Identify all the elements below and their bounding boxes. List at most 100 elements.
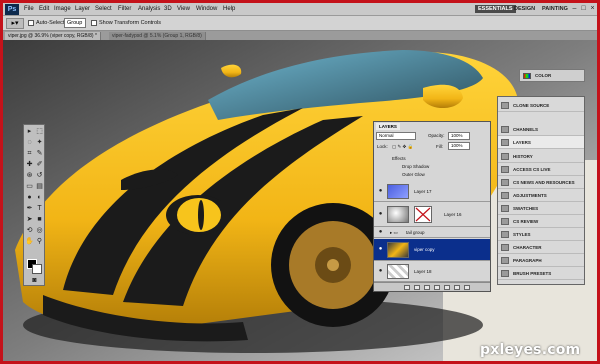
opacity-input[interactable]: 100% bbox=[448, 132, 470, 140]
eyedropper-tool-icon[interactable]: ✎ bbox=[35, 149, 44, 158]
layers-panel: LAYERS Normal Opacity: 100% Lock: ▢ ✎ ✥ … bbox=[373, 121, 491, 292]
dock-item-brush-presets[interactable]: BRUSH PRESETS bbox=[498, 267, 584, 280]
dock-item-clone-source[interactable]: CLONE SOURCE bbox=[498, 99, 584, 112]
dock-item-adjustments[interactable]: ADJUSTMENTS bbox=[498, 189, 584, 202]
dock-item-layers[interactable]: LAYERS bbox=[498, 136, 584, 149]
color-panel[interactable]: COLOR bbox=[519, 69, 585, 82]
new-group-icon[interactable] bbox=[444, 285, 450, 290]
menu-file[interactable]: File bbox=[24, 5, 34, 13]
link-layers-icon[interactable] bbox=[404, 285, 410, 290]
add-style-icon[interactable] bbox=[414, 285, 420, 290]
magic-wand-tool-icon[interactable]: ✦ bbox=[35, 138, 44, 147]
history-brush-tool-icon[interactable]: ↺ bbox=[35, 171, 44, 180]
pen-tool-icon[interactable]: ✒ bbox=[25, 204, 34, 213]
menu-image[interactable]: Image bbox=[54, 5, 71, 13]
visibility-eye-icon[interactable]: ● bbox=[377, 188, 384, 194]
blur-tool-icon[interactable]: ● bbox=[25, 193, 34, 202]
path-select-tool-icon[interactable]: ➤ bbox=[25, 215, 34, 224]
crop-tool-icon[interactable]: ⌗ bbox=[25, 149, 34, 158]
maximize-button[interactable]: □ bbox=[579, 4, 588, 13]
layer-row-active[interactable]: ● viper copy bbox=[374, 239, 490, 261]
paragraph-icon bbox=[501, 257, 509, 264]
dock-label: CS NEWS AND RESOURCES bbox=[513, 180, 575, 185]
menu-edit[interactable]: Edit bbox=[39, 5, 49, 13]
menu-view[interactable]: View bbox=[177, 5, 190, 13]
dock-item-styles[interactable]: STYLES bbox=[498, 228, 584, 241]
menu-filter[interactable]: Filter bbox=[118, 5, 131, 13]
new-layer-icon[interactable] bbox=[454, 285, 460, 290]
swatches-icon bbox=[501, 205, 509, 212]
dock-label: CHARACTER bbox=[513, 245, 542, 250]
layer-row[interactable]: ● Layer 16 bbox=[374, 203, 490, 227]
move-tool-preset-icon[interactable]: ▸▾ bbox=[6, 18, 24, 29]
minimize-button[interactable]: – bbox=[570, 4, 579, 13]
delete-layer-icon[interactable] bbox=[464, 285, 470, 290]
tab-viper-fady[interactable]: viper-fadypsd @ 5.1% (Group 1, RGB/8) bbox=[109, 32, 206, 40]
eraser-tool-icon[interactable]: ▭ bbox=[25, 182, 34, 191]
blend-mode-select[interactable]: Normal bbox=[376, 132, 416, 140]
workspace-design[interactable]: DESIGN bbox=[514, 5, 535, 13]
dock-item-cs-review[interactable]: CS REVIEW bbox=[498, 215, 584, 228]
close-button[interactable]: × bbox=[588, 4, 597, 13]
effect-outer-glow[interactable]: Outer Glow bbox=[402, 172, 425, 178]
photoshop-logo-icon: Ps bbox=[5, 4, 19, 15]
workspace-painting[interactable]: PAINTING bbox=[542, 5, 568, 13]
menu-analysis[interactable]: Analysis bbox=[138, 5, 160, 13]
clone-stamp-tool-icon[interactable]: ⊛ bbox=[25, 171, 34, 180]
dock-item-channels[interactable]: CHANNELS bbox=[498, 123, 584, 136]
tab-viper[interactable]: viper.jpg @ 36.9% (viper copy, RGB/8) * bbox=[5, 32, 101, 40]
lock-icons[interactable]: ▢ ✎ ✥ 🔒 bbox=[392, 143, 413, 150]
adjustment-layer-icon[interactable] bbox=[434, 285, 440, 290]
auto-select-checkbox[interactable] bbox=[28, 20, 34, 26]
visibility-eye-icon[interactable]: ● bbox=[377, 229, 384, 235]
dock-label: BRUSH PRESETS bbox=[513, 271, 552, 276]
brush-tool-icon[interactable]: ✐ bbox=[35, 160, 44, 169]
dock-item-history[interactable]: HISTORY bbox=[498, 150, 584, 163]
layer-name: Layer 17 bbox=[414, 189, 432, 194]
layer-group-row[interactable]: ● ▸ ▭ tail group bbox=[374, 228, 490, 238]
3d-rotate-tool-icon[interactable]: ⟲ bbox=[25, 226, 34, 235]
move-tool-icon[interactable]: ▸ bbox=[25, 127, 34, 136]
gradient-tool-icon[interactable]: ▤ bbox=[35, 182, 44, 191]
layer-row[interactable]: ● Layer 18 bbox=[374, 262, 490, 282]
add-mask-icon[interactable] bbox=[424, 285, 430, 290]
quick-mask-icon[interactable]: ◙ bbox=[30, 276, 39, 285]
menu-3d[interactable]: 3D bbox=[164, 5, 172, 13]
type-tool-icon[interactable]: T bbox=[35, 204, 44, 213]
layers-tab[interactable]: LAYERS bbox=[376, 123, 400, 130]
dock-item-paragraph[interactable]: PARAGRAPH bbox=[498, 254, 584, 267]
fill-input[interactable]: 100% bbox=[448, 142, 470, 150]
menu-layer[interactable]: Layer bbox=[75, 5, 90, 13]
layer-row[interactable]: ● Layer 17 bbox=[374, 182, 490, 202]
dock-item-character[interactable]: CHARACTER bbox=[498, 241, 584, 254]
visibility-eye-icon[interactable]: ● bbox=[377, 246, 384, 252]
dock-item-cs-news[interactable]: CS NEWS AND RESOURCES bbox=[498, 176, 584, 189]
layers-icon bbox=[501, 139, 509, 146]
dock-label: CHANNELS bbox=[513, 127, 539, 132]
hand-tool-icon[interactable]: ✋ bbox=[25, 237, 34, 246]
styles-icon bbox=[501, 231, 509, 238]
3d-orbit-tool-icon[interactable]: ◎ bbox=[35, 226, 44, 235]
menu-window[interactable]: Window bbox=[196, 5, 217, 13]
healing-tool-icon[interactable]: ✚ bbox=[25, 160, 34, 169]
menu-help[interactable]: Help bbox=[223, 5, 235, 13]
layer-name: Layer 16 bbox=[444, 212, 462, 217]
cs-review-icon bbox=[501, 218, 509, 225]
dock-label: PARAGRAPH bbox=[513, 258, 542, 263]
shape-tool-icon[interactable]: ■ bbox=[35, 215, 44, 224]
auto-select-dropdown[interactable]: Group bbox=[64, 18, 86, 28]
dock-item-access-cs-live[interactable]: ACCESS CS LIVE bbox=[498, 163, 584, 176]
menu-select[interactable]: Select bbox=[95, 5, 112, 13]
dock-label: SWATCHES bbox=[513, 206, 539, 211]
dock-item-swatches[interactable]: SWATCHES bbox=[498, 202, 584, 215]
visibility-eye-icon[interactable]: ● bbox=[377, 211, 384, 217]
effect-drop-shadow[interactable]: Drop Shadow bbox=[402, 164, 429, 170]
dodge-tool-icon[interactable]: ◐ bbox=[35, 193, 44, 202]
lasso-tool-icon[interactable]: ◌ bbox=[25, 138, 34, 147]
zoom-tool-icon[interactable]: ⚲ bbox=[35, 237, 44, 246]
marquee-tool-icon[interactable]: ⬚ bbox=[35, 127, 44, 136]
show-transform-checkbox[interactable] bbox=[91, 20, 97, 26]
background-color-swatch[interactable] bbox=[32, 264, 42, 274]
workspace-essentials[interactable]: ESSENTIALS bbox=[475, 5, 516, 13]
visibility-eye-icon[interactable]: ● bbox=[377, 268, 384, 274]
